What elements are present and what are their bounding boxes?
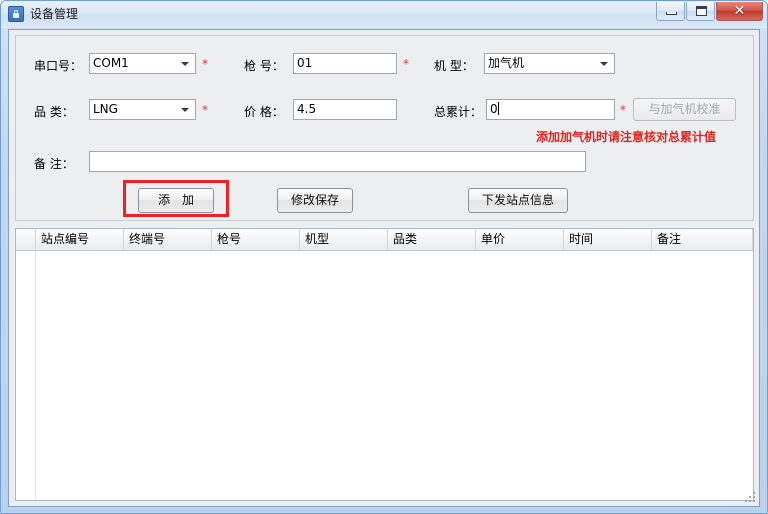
chevron-down-icon [181, 62, 189, 66]
port-value: COM1 [93, 56, 129, 70]
maximize-button[interactable] [686, 2, 715, 21]
table-header-row: 站点编号 终端号 枪号 机型 品类 单价 时间 备注 [16, 229, 753, 251]
warning-text: 添加加气机时请注意核对总累计值 [536, 130, 717, 144]
gun-label: 枪 号： [244, 59, 284, 73]
save-button[interactable]: 修改保存 [277, 188, 353, 213]
window-controls: ✕ [655, 2, 763, 21]
table-header-cell[interactable]: 备注 [652, 229, 753, 250]
gun-required-mark: * [403, 57, 409, 71]
price-input[interactable]: 4.5 [293, 99, 397, 120]
total-value: 0 [490, 102, 498, 116]
total-label: 总累计： [434, 105, 483, 119]
table-header-cell[interactable]: 品类 [388, 229, 476, 250]
maximize-icon [696, 6, 707, 16]
chevron-down-icon [600, 62, 608, 66]
port-required-mark: * [202, 57, 208, 71]
title-bar[interactable]: 设备管理 ✕ [1, 1, 767, 28]
machine-type-label: 机 型： [434, 59, 474, 73]
table-header-cell[interactable]: 终端号 [124, 229, 212, 250]
dispatch-button[interactable]: 下发站点信息 [468, 188, 568, 213]
category-combobox[interactable]: LNG [89, 99, 196, 120]
table-corner-cell [16, 229, 36, 250]
client-area: 串口号： COM1 * 枪 号： 01 * 机 型： 加气机 品 类： LNG [8, 29, 760, 507]
gun-value: 01 [297, 56, 313, 70]
category-label: 品 类： [34, 105, 74, 119]
table-header-cell[interactable]: 单价 [476, 229, 564, 250]
close-icon: ✕ [733, 3, 746, 19]
machine-type-value: 加气机 [488, 56, 525, 70]
window-title: 设备管理 [30, 7, 79, 21]
total-input[interactable]: 0 [486, 99, 615, 120]
total-required-mark: * [620, 103, 626, 117]
minimize-button[interactable] [656, 2, 685, 21]
device-table[interactable]: 站点编号 终端号 枪号 机型 品类 单价 时间 备注 [15, 228, 754, 501]
port-label: 串口号： [34, 59, 83, 73]
title-bar-left: 设备管理 [8, 5, 78, 22]
machine-type-combobox[interactable]: 加气机 [484, 53, 615, 74]
remark-input[interactable] [89, 151, 586, 172]
table-header-cell[interactable]: 枪号 [212, 229, 300, 250]
table-header-cell[interactable]: 站点编号 [36, 229, 124, 250]
table-body [16, 251, 753, 500]
device-form-panel: 串口号： COM1 * 枪 号： 01 * 机 型： 加气机 品 类： LNG [15, 35, 754, 221]
text-cursor [497, 102, 499, 115]
table-header-cell[interactable]: 机型 [300, 229, 388, 250]
app-icon [8, 5, 24, 22]
price-value: 4.5 [297, 102, 317, 116]
price-label: 价 格： [244, 105, 284, 119]
minimize-icon [666, 12, 677, 15]
table-header-cell[interactable]: 时间 [564, 229, 652, 250]
category-required-mark: * [202, 103, 208, 117]
close-button[interactable]: ✕ [716, 2, 763, 21]
app-window: 设备管理 ✕ 串口号： COM1 * 枪 号： 01 * 机 型： 加气机 品 … [0, 0, 768, 514]
calibrate-button[interactable]: 与加气机校准 [633, 98, 736, 121]
remark-label: 备 注： [34, 157, 74, 171]
table-row-header-strip [16, 251, 36, 500]
gun-input[interactable]: 01 [293, 53, 397, 74]
port-combobox[interactable]: COM1 [89, 53, 196, 74]
category-value: LNG [93, 102, 118, 116]
resize-grip[interactable] [745, 492, 757, 504]
add-button[interactable]: 添 加 [138, 188, 214, 213]
chevron-down-icon [181, 108, 189, 112]
